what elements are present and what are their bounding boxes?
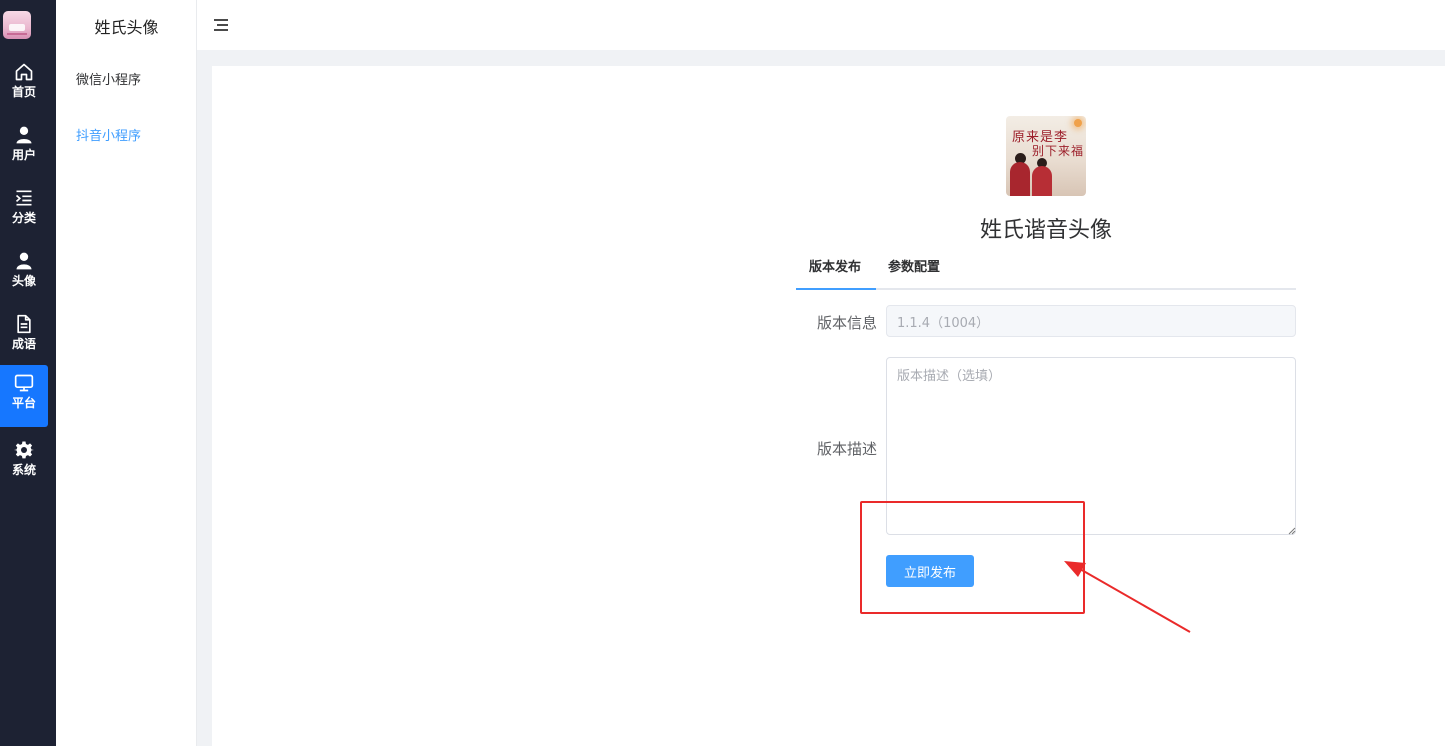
- rail-item-label: 分类: [11, 211, 36, 225]
- icon-rail: 首页 用户 分类 头像 成语 平台 系统: [0, 0, 56, 746]
- rail-item-avatar[interactable]: 头像: [0, 243, 48, 305]
- app-image: 原来是李 别下来福: [1006, 116, 1086, 196]
- submenu-title: 姓氏头像: [94, 18, 159, 37]
- tab-active-indicator: [796, 288, 876, 290]
- version-desc-label: 版本描述: [816, 440, 877, 458]
- rail-item-platform[interactable]: 平台: [0, 365, 48, 427]
- user-icon: [16, 126, 32, 144]
- version-info-label: 版本信息: [816, 314, 877, 332]
- menu-toggle-icon[interactable]: [214, 19, 228, 31]
- app-name: 姓氏谐音头像: [979, 218, 1112, 243]
- top-header: [197, 0, 1445, 50]
- figure-body: [1032, 166, 1052, 196]
- rail-item-label: 平台: [11, 396, 36, 410]
- tab-version-release[interactable]: 版本发布: [809, 256, 861, 275]
- monitor-icon: [14, 374, 34, 392]
- rail-item-category[interactable]: 分类: [0, 180, 48, 242]
- document-icon: [17, 314, 31, 334]
- rail-item-idiom[interactable]: 成语: [0, 306, 48, 368]
- rail-item-label: 用户: [11, 148, 36, 162]
- rail-item-label: 成语: [11, 337, 36, 351]
- rail-item-system[interactable]: 系统: [0, 432, 48, 494]
- home-icon: [15, 63, 33, 81]
- rail-item-label: 头像: [11, 274, 36, 288]
- secondary-menu: 姓氏头像 微信小程序 抖音小程序: [56, 0, 197, 746]
- figure-body: [1010, 162, 1030, 196]
- rail-item-home[interactable]: 首页: [0, 54, 48, 116]
- list-indent-icon: [15, 190, 32, 206]
- tab-param-config[interactable]: 参数配置: [888, 256, 940, 275]
- rail-item-user[interactable]: 用户: [0, 117, 48, 179]
- avatar-icon: [16, 252, 32, 270]
- resize-grip-icon[interactable]: [1288, 527, 1296, 535]
- submenu-item-wechat[interactable]: 微信小程序: [76, 69, 141, 88]
- app-image-text: 别下来福: [1032, 144, 1085, 158]
- submenu-item-douyin[interactable]: 抖音小程序: [76, 125, 141, 144]
- lantern-icon: [1074, 119, 1082, 127]
- tab-bar: 版本发布 参数配置: [796, 252, 1296, 290]
- app-logo-icon[interactable]: [3, 11, 31, 39]
- version-info-field[interactable]: [886, 305, 1296, 337]
- annotation-highlight-box: [860, 501, 1085, 614]
- main-card: 原来是李 别下来福 姓氏谐音头像 版本发布 参数配置 版本信息 版本描述 立即发…: [212, 66, 1445, 746]
- rail-item-label: 首页: [11, 85, 36, 99]
- rail-item-label: 系统: [11, 463, 36, 477]
- gear-icon: [14, 441, 34, 459]
